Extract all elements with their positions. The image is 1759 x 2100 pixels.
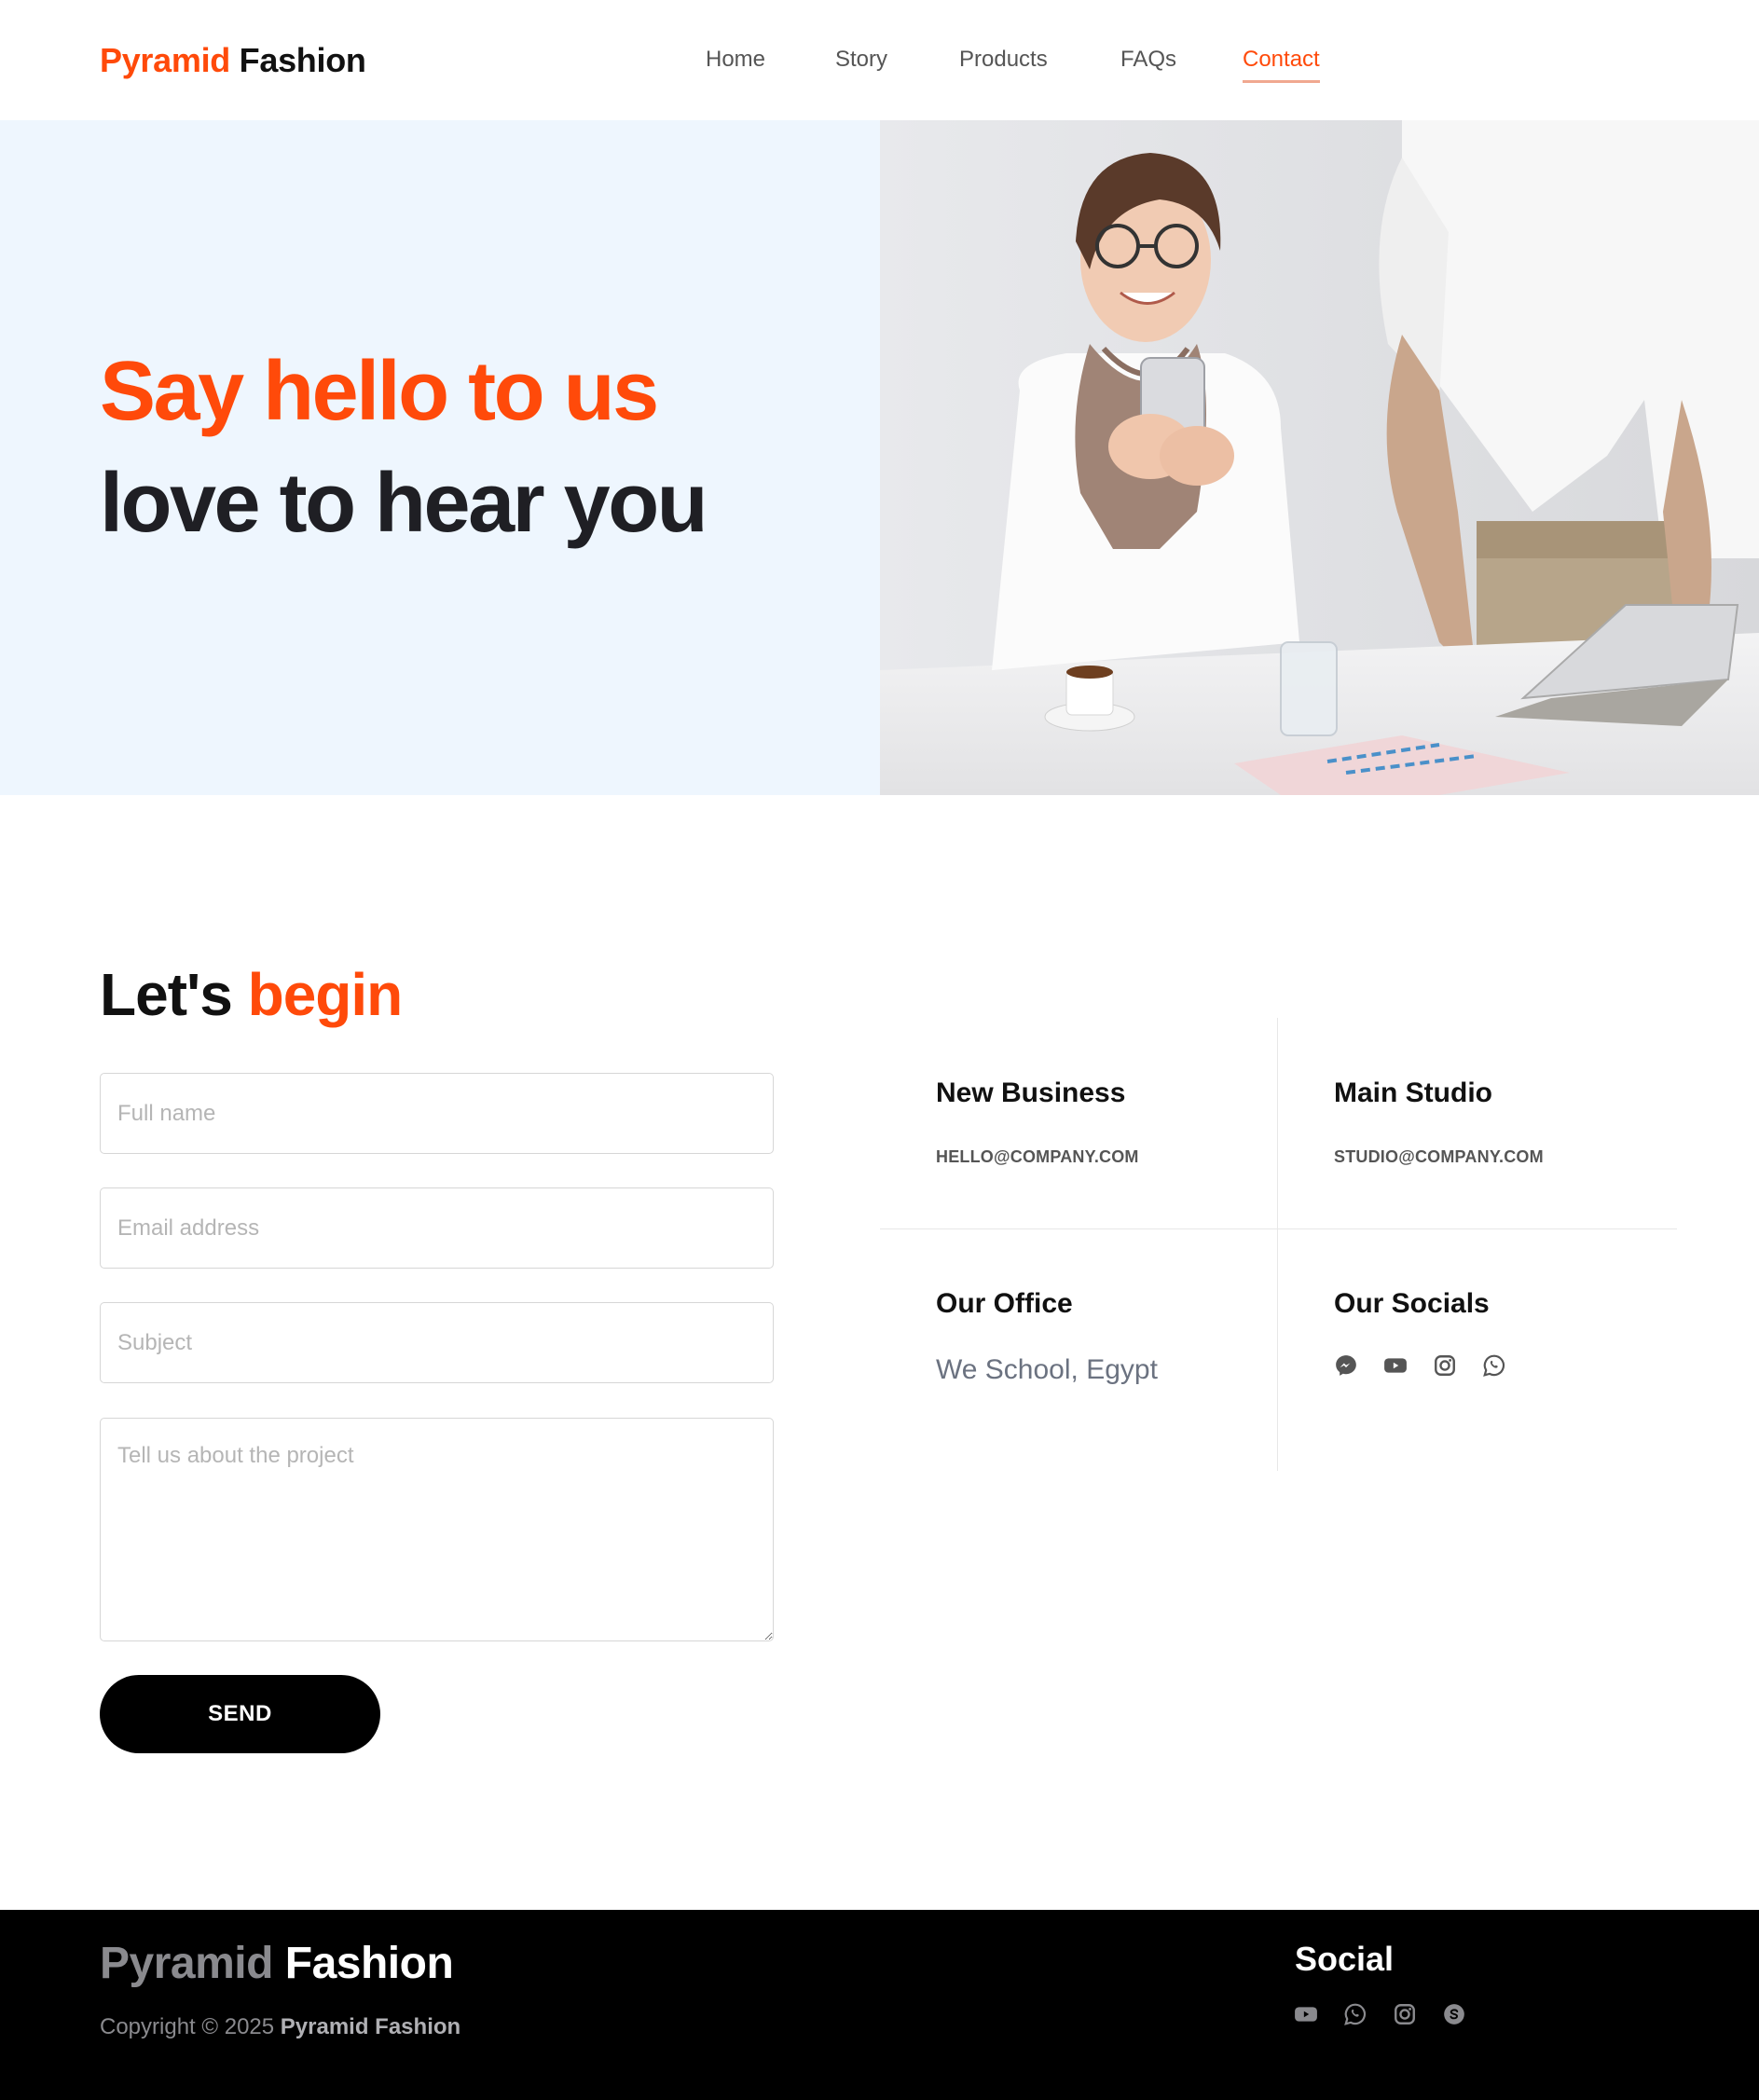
- office-address: We School, Egypt: [936, 1354, 1158, 1385]
- main-studio-title: Main Studio: [1334, 1077, 1492, 1108]
- new-business-title: New Business: [936, 1077, 1126, 1108]
- footer-logo-part1: Pyramid: [100, 1939, 273, 1988]
- whatsapp-icon[interactable]: [1480, 1352, 1508, 1379]
- footer-social-title: Social: [1295, 1940, 1395, 1978]
- main-nav: Home Story Products FAQs Contact: [0, 47, 1759, 84]
- site-header: Pyramid Fashion Home Story Products FAQs…: [0, 0, 1759, 120]
- nav-contact[interactable]: Contact: [1243, 47, 1320, 83]
- site-footer: Pyramid Fashion Copyright © 2025 Pyramid…: [0, 1910, 1759, 2100]
- subject-input[interactable]: [100, 1302, 774, 1383]
- nav-home[interactable]: Home: [706, 47, 765, 73]
- form-title: Let's begin: [100, 961, 404, 1028]
- nav-products[interactable]: Products: [959, 47, 1048, 73]
- send-button[interactable]: SEND: [100, 1675, 380, 1753]
- hero-photo: [880, 120, 1759, 795]
- main-studio-email[interactable]: STUDIO@COMPANY.COM: [1334, 1147, 1544, 1167]
- youtube-icon[interactable]: [1292, 2000, 1320, 2028]
- copyright-text: Copyright © 2025: [100, 2014, 275, 2039]
- fullname-input[interactable]: [100, 1073, 774, 1154]
- skype-icon[interactable]: [1440, 2000, 1468, 2028]
- form-title-part1: Let's: [100, 961, 233, 1028]
- whatsapp-icon[interactable]: [1341, 2000, 1369, 2028]
- new-business-email[interactable]: HELLO@COMPANY.COM: [936, 1147, 1139, 1167]
- youtube-icon[interactable]: [1381, 1352, 1409, 1379]
- info-vertical-divider: [1277, 1018, 1278, 1471]
- hero-heading-line1: Say hello to us: [100, 345, 659, 438]
- hero-photo-illustration: [880, 120, 1759, 795]
- instagram-icon[interactable]: [1391, 2000, 1419, 2028]
- info-horizontal-divider: [880, 1228, 1677, 1229]
- instagram-icon[interactable]: [1431, 1352, 1459, 1379]
- message-textarea[interactable]: [100, 1418, 774, 1641]
- office-title: Our Office: [936, 1288, 1073, 1319]
- hero-heading-line2: love to hear you: [100, 457, 708, 550]
- copyright-brand: Pyramid Fashion: [280, 2014, 461, 2039]
- footer-copyright: Copyright © 2025 Pyramid Fashion: [100, 2014, 460, 2040]
- nav-faqs[interactable]: FAQs: [1120, 47, 1176, 73]
- footer-logo[interactable]: Pyramid Fashion: [100, 1938, 454, 1989]
- nav-story[interactable]: Story: [835, 47, 887, 73]
- messenger-icon[interactable]: [1332, 1352, 1360, 1379]
- email-input[interactable]: [100, 1187, 774, 1269]
- form-title-part2: begin: [247, 961, 404, 1028]
- footer-logo-part2: Fashion: [284, 1939, 454, 1988]
- socials-title: Our Socials: [1334, 1288, 1490, 1319]
